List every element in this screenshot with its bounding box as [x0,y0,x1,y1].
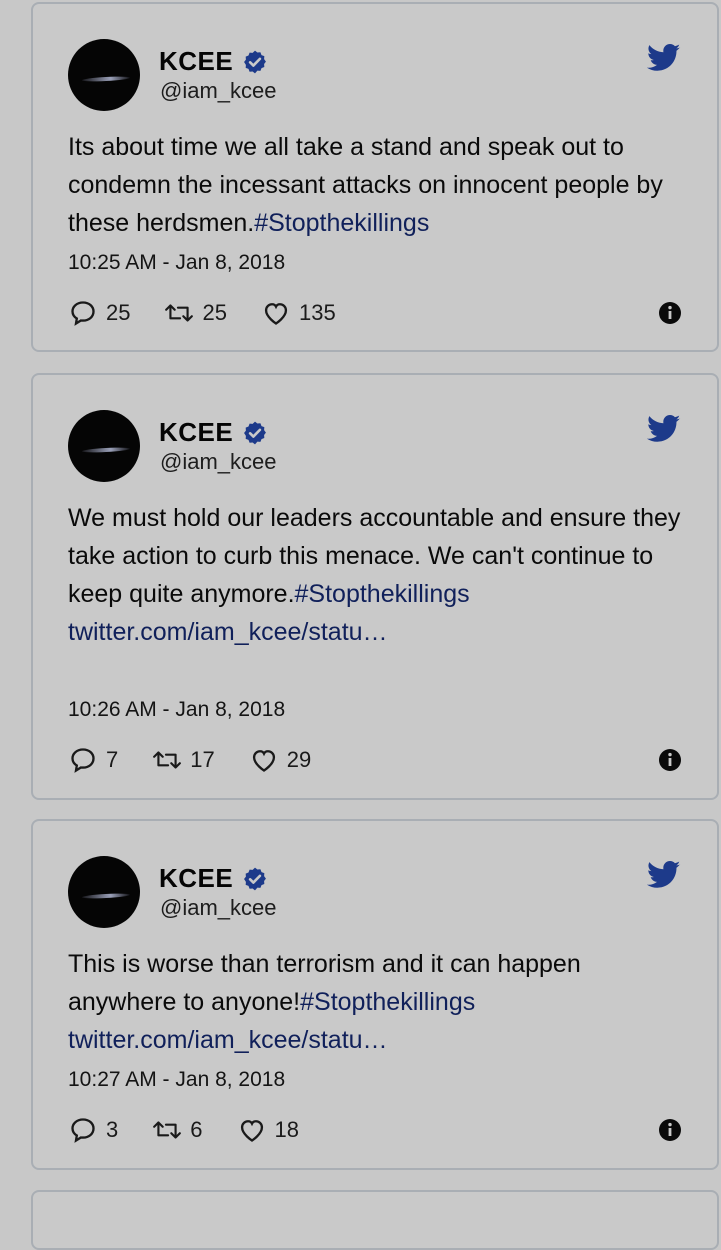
tweet-actions: 7 17 29 [68,745,682,775]
hashtag-link[interactable]: #Stopthekillings [300,988,475,1016]
verified-badge-icon [244,421,267,444]
like-button[interactable]: 29 [249,746,311,774]
author-row: KCEE [159,46,268,77]
status-link[interactable]: twitter.com/iam_kcee/statu… [68,613,688,651]
tweet-actions: 25 25 135 [68,298,682,328]
hashtag-link[interactable]: #Stopthekillings [295,580,470,608]
like-icon [252,750,275,772]
author-name[interactable]: KCEE [159,46,233,77]
tweet-text: This is worse than terrorism and it can … [68,945,688,1059]
like-button[interactable]: 135 [261,299,336,327]
twitter-bird-icon[interactable] [647,415,681,443]
tweet-timestamp[interactable]: 10:26 AM - Jan 8, 2018 [68,698,285,722]
twitter-bird-icon[interactable] [647,44,681,72]
like-icon [240,1120,263,1142]
reply-count: 25 [106,300,131,325]
reply-icon [71,748,95,773]
avatar[interactable] [68,856,140,928]
tweet-card[interactable]: KCEE @iam_kcee Its about time we all tak… [31,2,719,352]
author-handle[interactable]: @iam_kcee [160,78,277,104]
reply-count: 7 [106,747,119,772]
retweet-button[interactable]: 6 [152,1116,203,1144]
tweet-card[interactable]: KCEE @iam_kcee This is worse than terror… [31,819,719,1170]
info-icon[interactable] [658,301,682,325]
author-handle[interactable]: @iam_kcee [160,895,277,921]
like-button[interactable]: 18 [237,1116,299,1144]
avatar[interactable] [68,410,140,482]
tweet-card-partial[interactable] [31,1190,719,1250]
author-handle[interactable]: @iam_kcee [160,449,277,475]
author-row: KCEE [159,417,268,448]
avatar-streak [81,892,131,900]
retweet-count: 25 [202,300,227,325]
retweet-icon [153,1121,182,1139]
status-link[interactable]: twitter.com/iam_kcee/statu… [68,1021,688,1059]
retweet-button[interactable]: 25 [164,299,227,327]
tweet-text: Its about time we all take a stand and s… [68,128,688,242]
like-count: 18 [274,1117,299,1142]
retweet-count: 6 [190,1117,203,1142]
retweet-icon [165,304,194,322]
author-row: KCEE [159,863,268,894]
reply-button[interactable]: 25 [68,299,130,327]
retweet-button[interactable]: 17 [152,746,215,774]
like-count: 135 [298,300,336,325]
author-name[interactable]: KCEE [159,417,233,448]
like-icon [264,303,288,325]
info-icon[interactable] [658,748,682,772]
tweet-timestamp[interactable]: 10:25 AM - Jan 8, 2018 [68,251,285,275]
retweet-icon [153,751,182,769]
avatar-streak [81,75,131,83]
tweet-timestamp[interactable]: 10:27 AM - Jan 8, 2018 [68,1068,285,1092]
verified-badge-icon [244,867,267,890]
reply-icon [71,301,95,326]
author-name[interactable]: KCEE [159,863,233,894]
twitter-bird-icon[interactable] [647,861,681,889]
reply-button[interactable]: 3 [68,1116,118,1144]
hashtag-link[interactable]: #Stopthekillings [254,209,429,237]
reply-button[interactable]: 7 [68,746,118,774]
retweet-count: 17 [190,747,215,772]
avatar-streak [81,446,131,454]
info-icon[interactable] [658,1118,682,1142]
reply-icon [71,1118,95,1143]
verified-badge-icon [244,50,267,73]
like-count: 29 [286,747,312,772]
tweet-actions: 3 6 18 [68,1115,682,1145]
tweet-text: We must hold our leaders accountable and… [68,499,688,651]
avatar[interactable] [68,39,140,111]
tweet-card[interactable]: KCEE @iam_kcee We must hold our leaders … [31,373,719,800]
reply-count: 3 [106,1117,119,1142]
